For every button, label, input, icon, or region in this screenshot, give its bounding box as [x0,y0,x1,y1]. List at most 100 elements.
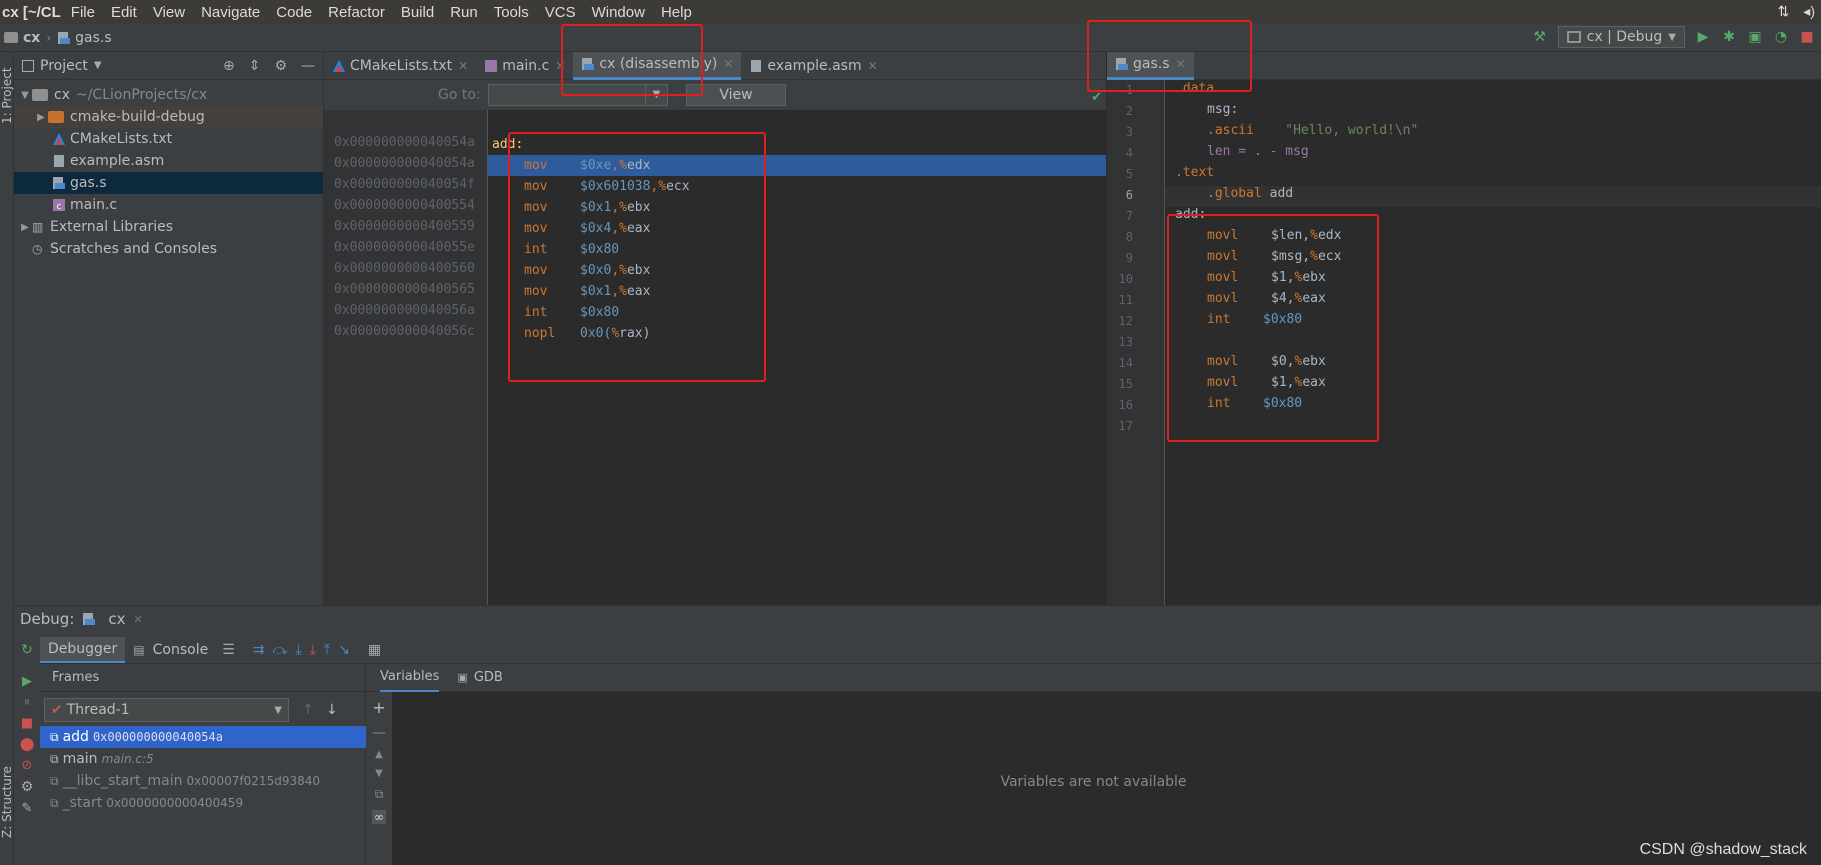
tab-disassembly[interactable]: cx (disassembly) ✕ [573,51,742,80]
project-panel-title[interactable]: Project [40,58,88,74]
debug-session-tab[interactable]: cx [108,610,125,628]
run-configuration-select[interactable]: cx | Debug ▼ [1557,26,1685,48]
tab-main-c[interactable]: main.c ✕ [476,52,573,80]
gas-source-editor[interactable]: 1 2 3 4 5 6 7 8 9 10 11 12 13 14 15 16 1… [1107,80,1821,605]
tree-root[interactable]: ▼ cx ~/CLionProjects/cx [14,84,323,106]
menu-tools[interactable]: Tools [486,4,537,21]
menu-vcs[interactable]: VCS [537,4,584,21]
breadcrumb-project[interactable]: cx [23,30,40,46]
breadcrumb-file[interactable]: gas.s [75,30,112,46]
collapse-all-icon[interactable]: ⇕ [249,58,261,74]
build-hammer-icon[interactable]: ⚒ [1532,29,1548,45]
tree-item-example-asm[interactable]: example.asm [14,150,323,172]
asm-paren: ) [642,326,651,341]
chevron-down-icon[interactable]: ▼ [645,85,667,105]
step-over-icon[interactable]: ⤼ [273,642,288,658]
watches-glasses-icon[interactable]: ∞ [372,810,386,824]
menu-refactor[interactable]: Refactor [320,4,393,21]
collapsed-arrow-icon[interactable]: ▶ [18,222,32,233]
frame-row[interactable]: ⧉ _start 0x0000000000400459 [40,792,366,814]
thread-select[interactable]: ✔ Thread-1 ▼ [44,698,289,722]
menu-edit[interactable]: Edit [103,4,145,21]
address: 0x000000000040054a [334,156,475,171]
collapsed-arrow-icon[interactable]: ▶ [34,112,48,123]
menu-code[interactable]: Code [268,4,320,21]
close-icon[interactable]: ✕ [868,59,878,73]
tree-item-cmake-build-debug[interactable]: ▶ cmake-build-debug [14,106,323,128]
next-frame-icon[interactable]: ↓ [326,702,338,718]
view-button[interactable]: View [686,84,786,106]
expanded-arrow-icon[interactable]: ▼ [18,90,32,101]
address: 0x000000000040054f [334,177,475,192]
menu-run[interactable]: Run [442,4,486,21]
pause-icon[interactable]: ⏸ [24,695,31,710]
tab-cmakelists[interactable]: CMakeLists.txt ✕ [324,52,476,80]
rerun-icon[interactable]: ↻ [21,642,33,658]
menu-navigate[interactable]: Navigate [193,4,268,21]
tree-item-scratches[interactable]: ◷ Scratches and Consoles [14,238,323,260]
asm-op: mov [524,221,548,236]
mute-breakpoints-icon[interactable]: ⊘ [22,758,33,773]
chevron-down-icon[interactable]: ▼ [94,60,102,71]
evaluate-icon[interactable]: ▦ [368,642,381,658]
force-step-into-icon[interactable]: ⤓ [310,642,316,658]
remove-watch-icon[interactable]: — [372,725,386,741]
volume-icon[interactable]: ◂) [1803,3,1815,19]
project-tool-button[interactable]: 1: Project [0,67,14,124]
tree-item-external-libraries[interactable]: ▶ ▥ External Libraries [14,216,323,238]
tree-item-cmakelists[interactable]: CMakeLists.txt [14,128,323,150]
pin-icon[interactable]: ✎ [22,801,33,816]
gear-icon[interactable]: ⚙ [274,58,287,74]
gear-icon[interactable]: ⚙ [21,779,34,795]
debug-bug-icon[interactable]: ✱ [1721,29,1737,45]
run-icon[interactable]: ▶ [1695,29,1711,45]
network-icon[interactable]: ⇅ [1778,3,1790,19]
tree-item-main-c[interactable]: c main.c [14,194,323,216]
step-into-icon[interactable]: ⤓ [295,642,301,658]
chevron-down-icon: ▼ [274,704,282,716]
frame-row[interactable]: ⧉ __libc_start_main 0x00007f0215d93840 [40,770,366,792]
asm-op: mov [524,179,548,194]
view-breakpoints-icon[interactable]: ⬤ [20,737,35,752]
disassembly-view[interactable]: 0x000000000040054a 0x000000000040054a 0x… [324,110,1106,605]
structure-tool-button[interactable]: Z: Structure [0,766,14,838]
frame-row[interactable]: ⧉ add 0x000000000040054a [40,726,366,748]
close-icon[interactable]: ✕ [723,57,733,71]
hide-icon[interactable]: — [301,58,315,74]
goto-address-combo[interactable]: ▼ [488,84,668,106]
frame-row[interactable]: ⧉ main main.c:5 [40,748,366,770]
tab-debugger[interactable]: Debugger [40,636,126,663]
step-out-icon[interactable]: ⤒ [324,642,330,658]
menu-build[interactable]: Build [393,4,442,21]
menu-file[interactable]: File [63,4,103,21]
add-watch-icon[interactable]: + [372,698,385,717]
show-execution-point-icon[interactable]: ⇉ [253,642,265,658]
menu-window[interactable]: Window [584,4,653,21]
menu-view[interactable]: View [145,4,193,21]
close-icon[interactable]: ✕ [1176,57,1186,71]
close-icon[interactable]: ✕ [134,613,143,626]
coverage-icon[interactable]: ▣ [1747,29,1763,45]
close-icon[interactable]: ✕ [458,59,468,73]
close-icon[interactable]: ✕ [555,59,565,73]
asm-op: mov [524,158,548,173]
folder-icon [48,111,64,123]
tab-gas-s[interactable]: gas.s ✕ [1107,51,1194,80]
move-up-icon[interactable]: ▲ [375,749,383,760]
tree-item-gas-s[interactable]: gas.s [14,172,323,194]
tab-example-asm[interactable]: example.asm ✕ [741,52,885,80]
tab-gdb[interactable]: GDB [474,670,503,685]
profile-icon[interactable]: ◔ [1773,29,1789,45]
check-icon: ✔ [51,702,63,718]
tab-variables[interactable]: Variables [380,663,440,692]
resume-icon[interactable]: ▶ [22,674,32,689]
locate-icon[interactable]: ⊕ [223,58,235,74]
stop-icon[interactable]: ■ [21,716,33,731]
layout-icon[interactable]: ☰ [222,642,235,658]
menu-help[interactable]: Help [653,4,700,21]
previous-frame-icon[interactable]: ↑ [302,702,314,718]
asm-reg: ecx [666,179,690,194]
run-to-cursor-icon[interactable]: ↘ [338,642,350,658]
stop-icon[interactable]: ■ [1799,29,1815,45]
tab-console[interactable]: Console [153,642,209,658]
